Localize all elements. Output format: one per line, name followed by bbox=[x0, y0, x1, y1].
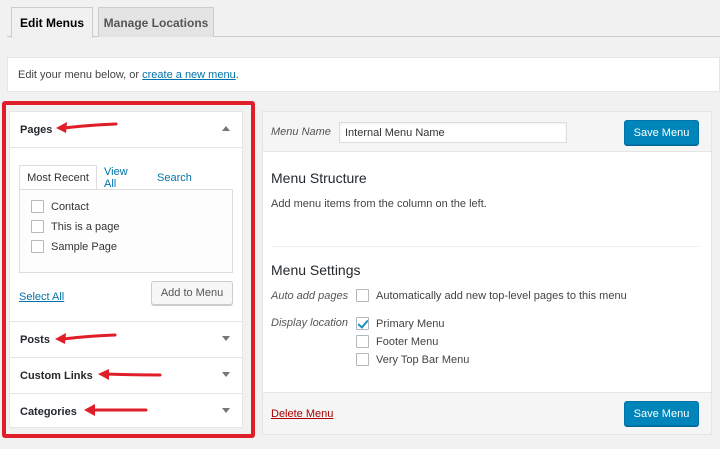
tab-manage-locations[interactable]: Manage Locations bbox=[98, 7, 214, 37]
pages-panel: Most Recent View All Search Contact This… bbox=[10, 148, 242, 322]
auto-add-label: Auto add pages bbox=[271, 290, 349, 302]
triangle-down-icon bbox=[222, 372, 230, 377]
red-arrow-icon bbox=[98, 369, 162, 380]
location-very-top-bar-menu[interactable]: Very Top Bar Menu bbox=[356, 353, 469, 366]
display-location-label: Display location bbox=[271, 317, 349, 329]
location-footer-menu[interactable]: Footer Menu bbox=[356, 335, 438, 348]
list-item[interactable]: This is a page bbox=[31, 220, 119, 233]
list-item[interactable]: Sample Page bbox=[31, 240, 117, 253]
accordion-pages-title: Pages bbox=[20, 123, 53, 136]
edit-notice: Edit your menu below, or create a new me… bbox=[7, 57, 720, 92]
menu-management-panel: Menu Name Save Menu Menu Structure Add m… bbox=[262, 111, 712, 435]
menu-name-label: Menu Name bbox=[271, 126, 331, 138]
save-menu-button-bottom[interactable]: Save Menu bbox=[624, 401, 699, 426]
location-label: Footer Menu bbox=[376, 335, 439, 348]
menu-header: Menu Name Save Menu bbox=[263, 112, 711, 152]
accordion-posts-header[interactable]: Posts bbox=[10, 322, 242, 358]
location-label: Primary Menu bbox=[376, 317, 445, 330]
page-label: Sample Page bbox=[51, 240, 118, 253]
page-checkbox[interactable] bbox=[31, 200, 44, 213]
section-divider bbox=[271, 246, 699, 247]
auto-add-option[interactable]: Automatically add new top-level pages to… bbox=[356, 289, 627, 302]
pages-list: Contact This is a page Sample Page bbox=[19, 189, 233, 273]
list-item[interactable]: Contact bbox=[31, 200, 89, 213]
nav-tab-bar: Edit Menus Manage Locations bbox=[0, 0, 720, 38]
save-menu-button-top[interactable]: Save Menu bbox=[624, 120, 699, 145]
create-new-menu-link[interactable]: create a new menu bbox=[142, 69, 236, 81]
tab-view-all[interactable]: View All bbox=[104, 165, 128, 190]
location-checkbox[interactable] bbox=[356, 335, 369, 348]
menu-structure-title: Menu Structure bbox=[271, 170, 367, 186]
tab-most-recent[interactable]: Most Recent bbox=[19, 165, 97, 190]
accordion-custom-links-title: Custom Links bbox=[20, 369, 93, 382]
menu-name-input[interactable] bbox=[339, 122, 567, 143]
triangle-down-icon bbox=[222, 408, 230, 413]
red-arrow-icon bbox=[84, 404, 148, 416]
red-arrow-icon bbox=[56, 122, 118, 133]
triangle-down-icon bbox=[222, 336, 230, 341]
location-primary-menu[interactable]: Primary Menu bbox=[356, 317, 444, 330]
menu-settings-title: Menu Settings bbox=[271, 262, 361, 278]
delete-menu-link[interactable]: Delete Menu bbox=[271, 408, 333, 420]
select-all-link[interactable]: Select All bbox=[19, 291, 64, 303]
notice-text: Edit your menu below, or bbox=[18, 68, 140, 81]
tab-edit-menus[interactable]: Edit Menus bbox=[11, 7, 93, 38]
red-arrow-icon bbox=[55, 333, 117, 344]
tab-search[interactable]: Search bbox=[157, 165, 192, 190]
auto-add-checkbox[interactable] bbox=[356, 289, 369, 302]
accordion-posts-title: Posts bbox=[20, 333, 50, 346]
location-label: Very Top Bar Menu bbox=[376, 353, 470, 366]
page-checkbox[interactable] bbox=[31, 220, 44, 233]
auto-add-option-label: Automatically add new top-level pages to… bbox=[376, 289, 627, 302]
triangle-up-icon bbox=[222, 126, 230, 131]
location-checkbox[interactable] bbox=[356, 353, 369, 366]
notice-suffix: . bbox=[235, 68, 239, 81]
checkmark-icon[interactable] bbox=[356, 317, 369, 330]
accordion-categories-title: Categories bbox=[20, 406, 77, 418]
page-checkbox[interactable] bbox=[31, 240, 44, 253]
page-label: Contact bbox=[51, 200, 89, 213]
accordion-pages-header[interactable]: Pages bbox=[10, 112, 242, 148]
add-to-menu-button[interactable]: Add to Menu bbox=[151, 281, 233, 305]
page-label: This is a page bbox=[51, 220, 120, 233]
menu-structure-text: Add menu items from the column on the le… bbox=[271, 198, 487, 210]
